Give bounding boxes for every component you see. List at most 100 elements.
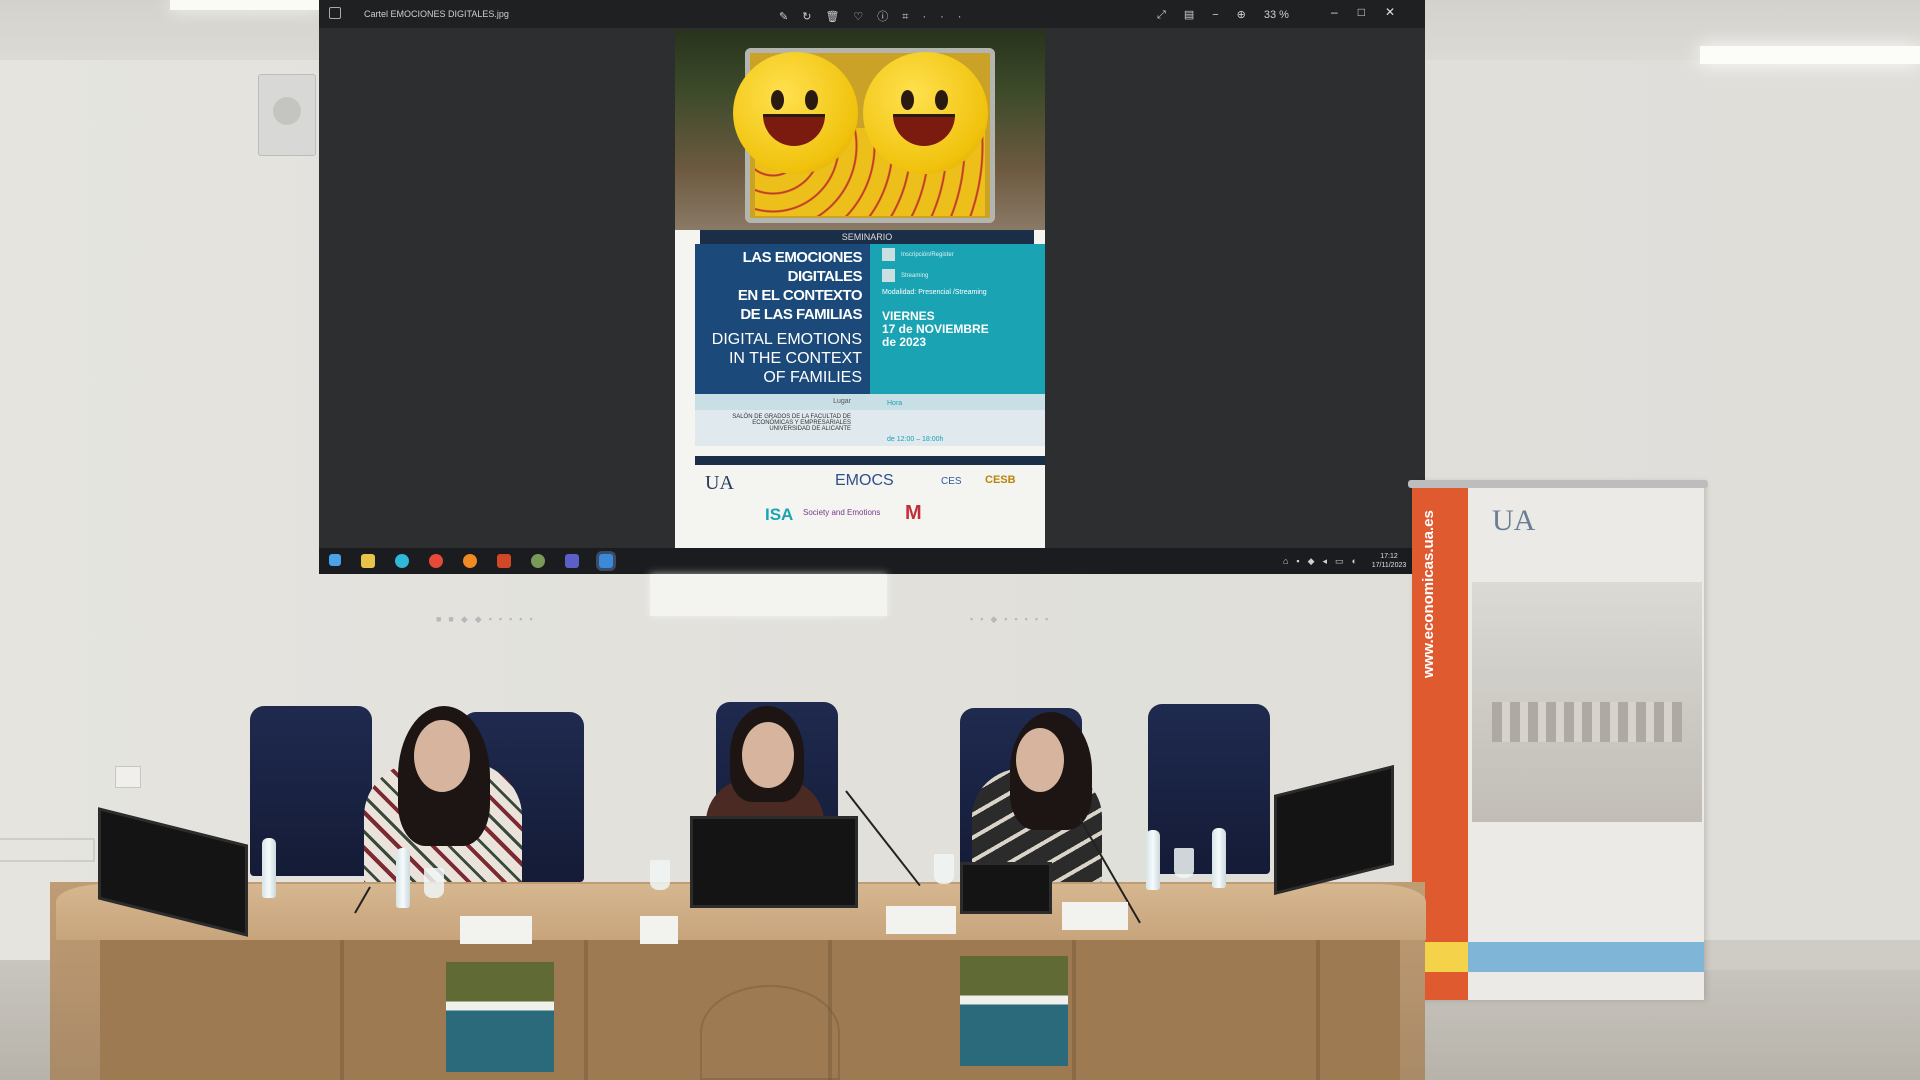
- water-glass: [934, 854, 954, 884]
- nameplate: [886, 906, 956, 934]
- poster-modalidad: Modalidad: Presencial /Streaming: [882, 289, 987, 296]
- ua-logo: UA: [705, 472, 734, 494]
- event-poster-image: SEMINARIO LAS EMOCIONES DIGITALES EN EL …: [675, 30, 1045, 548]
- delete-icon[interactable]: 🗑: [825, 11, 853, 23]
- crop-icon[interactable]: ⌗: [902, 11, 922, 23]
- edge-icon[interactable]: [395, 554, 409, 568]
- water-glass: [650, 860, 670, 890]
- clock-time: 17:12: [1380, 553, 1398, 560]
- water-bottle: [1146, 830, 1160, 890]
- fullscreen-icon[interactable]: ⤢: [1157, 9, 1166, 21]
- association-logo: M: [905, 502, 922, 524]
- taskbar-clock[interactable]: 17:12 17/11/2023: [1369, 552, 1409, 570]
- more-icon[interactable]: ···: [922, 11, 975, 23]
- poster-streaming: Streaming: [882, 269, 1045, 282]
- isa-logo: ISA: [765, 505, 794, 524]
- filmstrip-icon[interactable]: ▤: [1184, 9, 1194, 21]
- water-bottle: [262, 838, 276, 898]
- window-controls: –□✕: [1331, 5, 1415, 19]
- smiley-face: [863, 52, 988, 174]
- projector-spill: [650, 574, 887, 616]
- cesb-logo: CESB: [985, 474, 1016, 486]
- windows-taskbar: ⌂▪◆◂▭◐ 17:12 17/11/2023: [319, 548, 1425, 574]
- clock-date: 17/11/2023: [1371, 562, 1407, 569]
- monitor: [690, 816, 858, 908]
- emocs-logo: EMOCS: [835, 472, 894, 489]
- poster-hora: de 12:00 – 18:00h: [887, 436, 944, 443]
- wall-speaker: [258, 74, 316, 156]
- poster-seminar-label: SEMINARIO: [700, 230, 1034, 244]
- table-poster: [960, 956, 1068, 1066]
- maximize-button[interactable]: □: [1358, 5, 1385, 19]
- banner-building-photo: [1472, 582, 1702, 822]
- wall-outlet: [115, 766, 141, 788]
- water-bottle: [1212, 828, 1226, 888]
- poster-photo: [675, 30, 1045, 230]
- close-button[interactable]: ✕: [1385, 5, 1415, 19]
- ceiling-light: [1700, 46, 1920, 64]
- smiley-face: [733, 52, 858, 174]
- info-icon[interactable]: ⓘ: [877, 11, 902, 23]
- zoom-in-icon[interactable]: ⊕: [1237, 9, 1246, 21]
- photo-viewer-titlebar: Cartel EMOCIONES DIGITALES.jpg ✎↻🗑♡ⓘ⌗···…: [319, 0, 1425, 28]
- zoom-out-icon[interactable]: −: [1212, 9, 1218, 21]
- panelist-center-head: [742, 722, 794, 788]
- firefox-icon[interactable]: [463, 554, 477, 568]
- chrome-icon[interactable]: [429, 554, 443, 568]
- photos-app-icon: [329, 7, 341, 19]
- poster-details: SALÓN DE GRADOS DE LA FACULTAD DE ECONÓM…: [695, 410, 1045, 446]
- chair: [1148, 704, 1270, 874]
- panelist-right-head: [1016, 728, 1064, 792]
- nameplate: [460, 916, 532, 944]
- minimize-button[interactable]: –: [1331, 5, 1358, 19]
- poster-hora-label: Hora: [887, 400, 903, 407]
- banner-url: www.economicas.ua.es: [1420, 510, 1437, 678]
- projection-ghost: ■■◆◆▪▪▪▪▪: [436, 614, 540, 624]
- university-emblem: [700, 985, 840, 1080]
- water-glass: [1174, 848, 1194, 878]
- cable: [0, 838, 95, 862]
- nameplate: [640, 916, 678, 944]
- poster-title-es: LAS EMOCIONES DIGITALES EN EL CONTEXTO D…: [737, 249, 863, 323]
- photos-icon[interactable]: [599, 554, 613, 568]
- poster-organizers-bar: [695, 456, 1045, 465]
- qr-code: [882, 248, 895, 261]
- powerpoint-icon[interactable]: [497, 554, 511, 568]
- poster-labels: Lugar Hora: [695, 394, 1045, 410]
- panelist-left-head: [414, 720, 470, 792]
- viewer-filename: Cartel EMOCIONES DIGITALES.jpg: [364, 9, 509, 19]
- edit-icon[interactable]: ✎: [779, 11, 802, 23]
- poster-title-en: DIGITAL EMOTIONS IN THE CONTEXT OF FAMIL…: [711, 331, 862, 386]
- water-glass: [424, 868, 444, 898]
- file-explorer-icon[interactable]: [361, 554, 375, 568]
- viewer-zoom-controls: ⤢ ▤ − ⊕ 33 %: [1157, 8, 1289, 22]
- nameplate: [1062, 902, 1128, 930]
- water-bottle: [396, 848, 410, 908]
- rotate-icon[interactable]: ↻: [802, 11, 825, 23]
- ces-logo: CES: [941, 476, 962, 487]
- poster-date: VIERNES 17 de NOVIEMBRE de 2023: [882, 309, 989, 349]
- teams-icon[interactable]: [565, 554, 579, 568]
- banner-top-bar: [1408, 480, 1708, 488]
- poster-title-panel: LAS EMOCIONES DIGITALES EN EL CONTEXTO D…: [695, 244, 870, 394]
- windows-icon[interactable]: [329, 554, 341, 566]
- banner-ua-logo: UA: [1492, 504, 1536, 537]
- qr-code: [882, 269, 895, 282]
- table-poster: [446, 962, 554, 1072]
- poster-inscription: Inscripción/Register: [882, 248, 1045, 261]
- ceiling-light: [170, 0, 320, 10]
- poster-logos: UA EMOCS CES CESB ISA Society and Emotio…: [705, 472, 1035, 542]
- laptop: [960, 862, 1052, 914]
- poster-lugar: SALÓN DE GRADOS DE LA FACULTAD DE ECONÓM…: [732, 414, 851, 432]
- zoom-level[interactable]: 33 %: [1264, 9, 1289, 21]
- projection-ghost: ▪▪◆▪▪▪▪▪: [970, 614, 1056, 624]
- rollup-banner: www.economicas.ua.es UA: [1412, 482, 1704, 1000]
- app-icon[interactable]: [531, 554, 545, 568]
- society-emotions-logo: Society and Emotions: [803, 508, 881, 517]
- favorite-icon[interactable]: ♡: [853, 11, 877, 23]
- viewer-toolbar[interactable]: ✎↻🗑♡ⓘ⌗···: [779, 8, 975, 24]
- system-tray[interactable]: ⌂▪◆◂▭◐: [1283, 556, 1365, 567]
- projected-screen: Cartel EMOCIONES DIGITALES.jpg ✎↻🗑♡ⓘ⌗···…: [319, 0, 1425, 574]
- poster-info-panel: Inscripción/Register Streaming Modalidad…: [870, 244, 1045, 394]
- poster-lugar-label: Lugar: [833, 398, 851, 405]
